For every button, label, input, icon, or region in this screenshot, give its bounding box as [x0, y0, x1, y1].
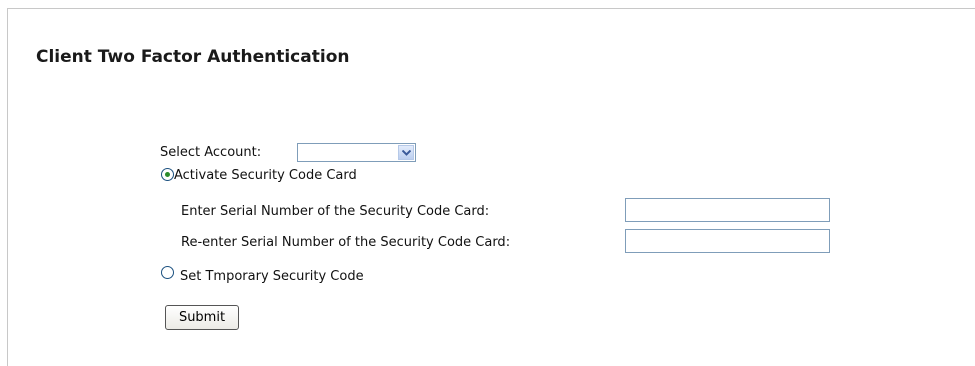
account-select[interactable] — [297, 143, 416, 162]
serial-number-input[interactable] — [625, 198, 830, 222]
submit-button[interactable]: Submit — [165, 305, 239, 330]
radio-selected-dot — [165, 172, 170, 177]
temporary-code-radio[interactable] — [161, 266, 174, 279]
select-account-label: Select Account: — [160, 145, 262, 160]
auth-panel: Client Two Factor Authentication Select … — [7, 8, 975, 366]
temporary-code-label: Set Tmporary Security Code — [180, 269, 364, 284]
serial-number-label: Enter Serial Number of the Security Code… — [181, 204, 490, 219]
activate-card-radio[interactable] — [161, 168, 174, 181]
reenter-serial-number-input[interactable] — [625, 229, 830, 253]
activate-card-label: Activate Security Code Card — [174, 168, 357, 183]
chevron-down-icon[interactable] — [398, 145, 414, 160]
reenter-serial-number-label: Re-enter Serial Number of the Security C… — [181, 235, 511, 250]
page-title: Client Two Factor Authentication — [36, 47, 350, 67]
